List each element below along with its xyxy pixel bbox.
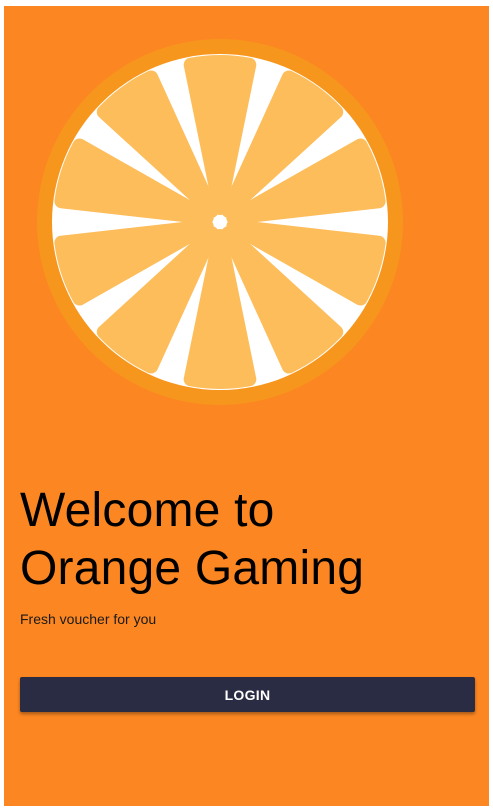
- login-button[interactable]: LOGIN: [20, 677, 475, 712]
- orange-slice-icon: [37, 39, 403, 405]
- title-line-2: Orange Gaming: [20, 542, 365, 595]
- subtitle: Fresh voucher for you: [20, 611, 157, 627]
- page-title: Welcome to Orange Gaming: [20, 482, 364, 598]
- title-line-1: Welcome to: [20, 484, 275, 537]
- welcome-screen: Welcome to Orange Gaming Fresh voucher f…: [4, 6, 489, 806]
